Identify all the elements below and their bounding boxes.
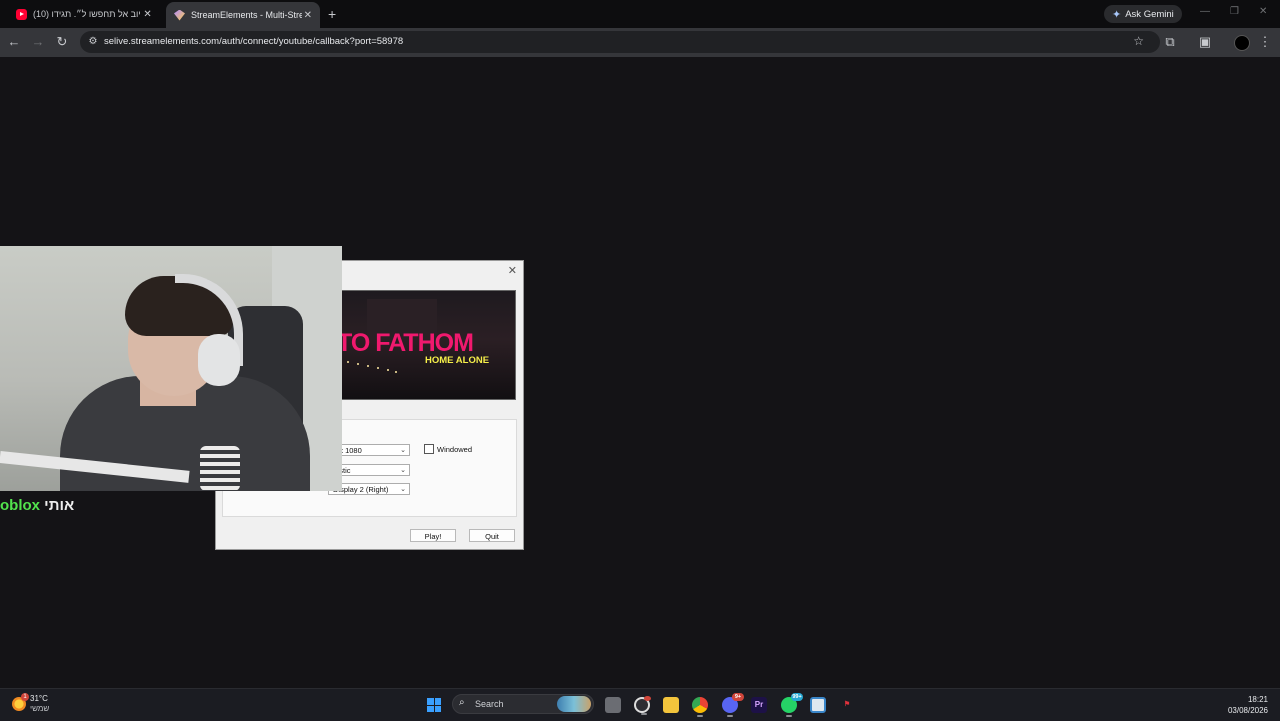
- discord-icon[interactable]: 9+: [722, 693, 744, 717]
- premiere-icon[interactable]: Pr: [751, 697, 767, 713]
- chevron-down-icon: ⌄: [400, 486, 406, 493]
- banner-lights: [347, 359, 397, 373]
- quit-button[interactable]: Quit: [469, 529, 515, 542]
- chevron-down-icon: ⌄: [400, 467, 406, 474]
- ask-gemini-button[interactable]: ✦ Ask Gemini: [1104, 5, 1182, 23]
- windowed-option[interactable]: Windowed: [424, 444, 472, 454]
- app-icon[interactable]: ⚑: [839, 697, 855, 713]
- discord-badge: 9+: [732, 693, 744, 701]
- banner-subtitle: HOME ALONE: [425, 355, 490, 366]
- tab-youtube[interactable]: (10) יוטיוב אל תחפשו ל״. תגידו ✕: [8, 4, 160, 24]
- youtube-icon: [16, 8, 27, 20]
- taskbar-search[interactable]: ⌕ Search: [452, 694, 594, 714]
- weather-temp: 31°C: [30, 694, 48, 703]
- game-banner: TO FATHOM HOME ALONE: [336, 290, 516, 400]
- reload-icon[interactable]: ↻: [54, 34, 70, 50]
- search-highlight-image: [557, 696, 591, 712]
- tab-streamelements[interactable]: StreamElements - Multi-Stream ✕: [166, 2, 320, 28]
- close-window-icon[interactable]: ✕: [1259, 6, 1267, 17]
- browser-toolbar: ← → ↻ ⚙ selive.streamelements.com/auth/c…: [0, 28, 1280, 57]
- close-icon[interactable]: ✕: [508, 264, 517, 277]
- minimize-icon[interactable]: —: [1200, 6, 1210, 17]
- close-tab-icon[interactable]: ✕: [141, 9, 154, 20]
- running-indicator: [727, 715, 733, 717]
- task-view-icon[interactable]: [605, 697, 621, 713]
- gemini-spark-icon: ✦: [1112, 8, 1122, 21]
- headphone-earcup: [198, 334, 240, 386]
- hoodie-print: [200, 446, 240, 491]
- menu-icon[interactable]: ⋮: [1257, 34, 1273, 50]
- chrome-icon[interactable]: [692, 697, 708, 717]
- running-indicator: [697, 715, 703, 717]
- system-clock[interactable]: 18:21 03/08/2026: [1228, 694, 1268, 716]
- restore-icon[interactable]: ❐: [1230, 6, 1239, 17]
- windowed-checkbox[interactable]: [424, 444, 434, 454]
- whatsapp-badge: 99+: [791, 693, 803, 701]
- clock-time: 18:21: [1247, 695, 1268, 704]
- sun-icon: 1: [12, 693, 29, 711]
- close-tab-icon[interactable]: ✕: [302, 10, 314, 21]
- file-explorer-icon[interactable]: [663, 697, 679, 713]
- url-text[interactable]: selive.streamelements.com/auth/connect/y…: [104, 36, 403, 47]
- start-button[interactable]: [427, 698, 441, 712]
- obs-icon[interactable]: [634, 696, 651, 715]
- tab-title: (10) יוטיוב אל תחפשו ל״. תגידו: [33, 9, 141, 19]
- bookmark-star-icon[interactable]: ☆: [1133, 34, 1144, 48]
- notepad-icon[interactable]: [810, 697, 826, 713]
- weather-widget[interactable]: 1 31°C שמשי: [12, 693, 50, 714]
- play-button[interactable]: Play!: [410, 529, 456, 542]
- chevron-down-icon: ⌄: [400, 447, 406, 454]
- running-indicator: [786, 715, 792, 717]
- clock-date: 03/08/2026: [1227, 706, 1268, 715]
- back-icon[interactable]: ←: [6, 34, 22, 50]
- webcam-overlay: [0, 246, 342, 491]
- address-bar[interactable]: ⚙ selive.streamelements.com/auth/connect…: [80, 31, 1160, 53]
- whatsapp-icon[interactable]: 99+: [781, 693, 803, 717]
- search-icon: ⌕: [459, 697, 465, 708]
- streamelements-icon: [174, 9, 185, 21]
- windowed-label: Windowed: [437, 444, 473, 454]
- extensions-icon[interactable]: ⧉: [1162, 34, 1178, 50]
- running-indicator: [641, 713, 647, 715]
- stream-caption: oblox אותי: [0, 497, 74, 514]
- search-placeholder: Search: [475, 699, 504, 709]
- banner-title: TO FATHOM: [337, 329, 474, 357]
- ask-gemini-label: Ask Gemini: [1125, 8, 1174, 20]
- browser-tabstrip: (10) יוטיוב אל תחפשו ל״. תגידו ✕ StreamE…: [0, 0, 1280, 28]
- caption-green-text: oblox: [0, 497, 40, 514]
- windows-taskbar: 1 31°C שמשי ⌕ Search 9+ Pr 99+ ⚑ 18:21 0…: [0, 688, 1280, 721]
- site-info-icon[interactable]: ⚙: [86, 35, 100, 49]
- profile-avatar[interactable]: [1234, 35, 1250, 51]
- tab-title: StreamElements - Multi-Stream: [191, 10, 302, 20]
- forward-icon[interactable]: →: [30, 34, 46, 50]
- caption-white-text: אותי: [44, 497, 75, 514]
- new-tab-button[interactable]: +: [328, 6, 336, 22]
- tab-search-icon[interactable]: ▣: [1197, 34, 1213, 50]
- weather-text: שמשי: [30, 704, 50, 713]
- weather-badge: 1: [21, 693, 29, 701]
